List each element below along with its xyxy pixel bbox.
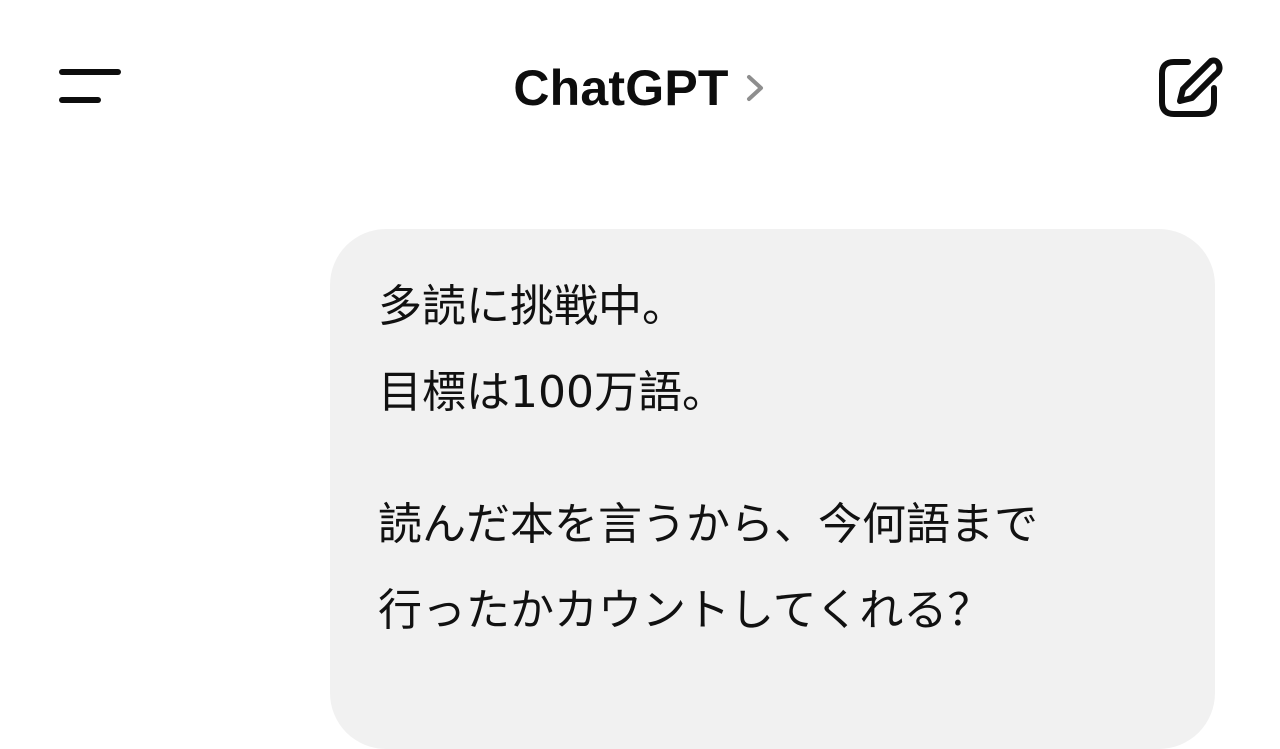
new-chat-icon — [1159, 57, 1223, 117]
message-text-line: 目標は100万語。 — [378, 367, 726, 418]
user-message-bubble: 多読に挑戦中。 目標は100万語。 読んだ本を言うから、今何語まで 行ったかカウ… — [330, 229, 1215, 749]
new-chat-button[interactable] — [1150, 50, 1230, 126]
chevron-right-icon — [743, 70, 767, 106]
message-text-line: 行ったかカウントしてくれる？ — [378, 585, 992, 636]
message-text-line: 読んだ本を言うから、今何語まで — [378, 499, 1038, 550]
top-bar: ChatGPT — [0, 0, 1280, 176]
model-selector-button[interactable]: ChatGPT — [513, 59, 766, 117]
menu-icon — [59, 69, 121, 103]
page-title: ChatGPT — [513, 60, 729, 116]
menu-button[interactable] — [52, 56, 132, 116]
message-text-line: 多読に挑戦中。 — [378, 281, 686, 332]
